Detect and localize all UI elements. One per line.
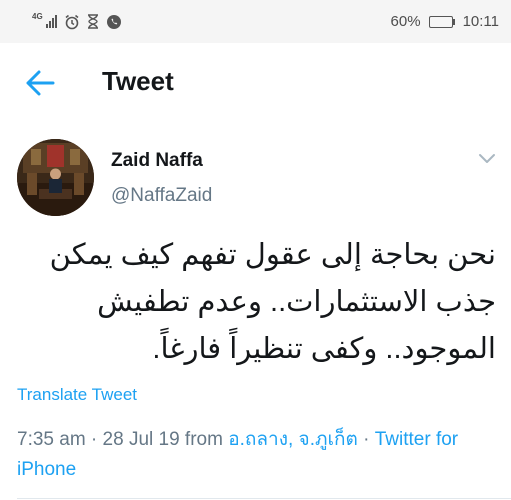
app-header: Tweet [0, 43, 511, 123]
status-bar: 4G 60% 10:11 [0, 0, 511, 43]
arrow-left-icon[interactable] [25, 69, 55, 97]
author-name[interactable]: Zaid Naffa [111, 150, 203, 172]
hourglass-icon [87, 14, 98, 29]
page-title: Tweet [102, 66, 174, 96]
alarm-icon [65, 14, 79, 29]
status-right: 60% 10:11 [391, 13, 499, 30]
translate-tweet-link[interactable]: Translate Tweet [17, 385, 137, 405]
battery-percent: 60% [390, 13, 421, 30]
tweet-text: نحن بحاجة إلى عقول تفهم كيف يمكن جذب الا… [49, 239, 496, 365]
tweet-timestamp: 7:35 am · 28 Jul 19 from [17, 429, 223, 450]
chevron-down-icon[interactable] [477, 152, 497, 166]
author-handle[interactable]: @NaffaZaid [111, 185, 212, 207]
signal-icon [45, 15, 57, 28]
meta-separator: · [363, 429, 370, 450]
clock: 10:11 [462, 13, 499, 30]
network-type-label: 4G [32, 11, 43, 21]
divider [17, 498, 511, 499]
battery-icon [428, 15, 455, 28]
whatsapp-icon [106, 14, 121, 29]
status-left: 4G [32, 11, 122, 30]
tweet-meta: 7:35 am · 28 Jul 19 from อ.ถลาง, จ.ภูเก็… [17, 425, 497, 485]
tweet-location-link[interactable]: อ.ถลาง, จ.ภูเก็ต [228, 429, 358, 450]
avatar[interactable] [17, 139, 94, 216]
